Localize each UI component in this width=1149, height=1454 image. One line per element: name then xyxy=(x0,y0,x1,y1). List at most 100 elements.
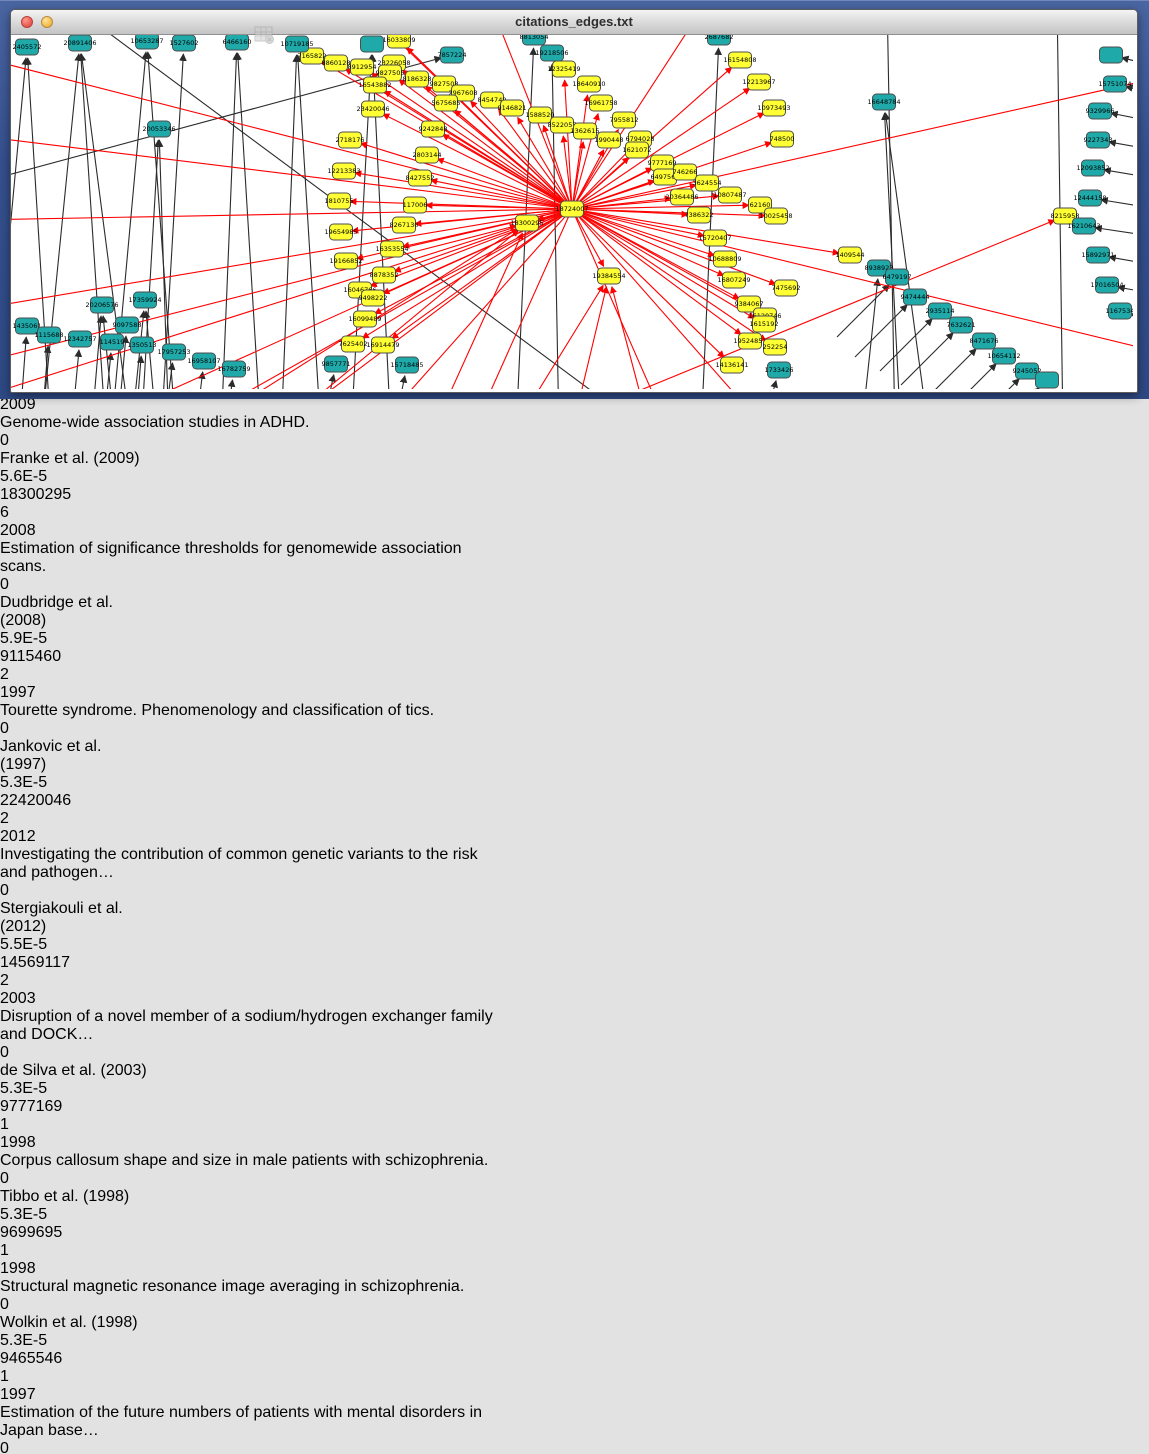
graph-node[interactable]: 1621072 xyxy=(623,142,652,158)
graph-node[interactable]: 19654985 xyxy=(324,224,357,240)
graph-node[interactable]: 15892971 xyxy=(1081,247,1114,263)
graph-node[interactable]: 117006 xyxy=(403,197,428,213)
graph-edge[interactable] xyxy=(572,209,1133,355)
table-cell[interactable]: 0 xyxy=(0,1044,74,1062)
table-row[interactable]: 977716911998Corpus callosum shape and si… xyxy=(0,1098,1149,1224)
graph-node[interactable]: 7625402 xyxy=(339,336,368,352)
graph-node[interactable]: 15720407 xyxy=(698,230,731,246)
graph-node[interactable]: 20206576 xyxy=(85,297,118,313)
graph-node[interactable]: 7475692 xyxy=(772,280,801,296)
graph-node[interactable]: 10654112 xyxy=(987,348,1020,364)
graph-edge[interactable] xyxy=(967,379,1019,389)
graph-node[interactable]: 19384554 xyxy=(592,268,625,284)
graph-node[interactable]: 9498222 xyxy=(359,290,388,306)
table-row[interactable]: 969969511998Structural magnetic resonanc… xyxy=(0,1224,1149,1350)
graph-node[interactable]: 748500 xyxy=(770,131,795,147)
table-cell[interactable]: 1997 xyxy=(0,684,76,702)
graph-node[interactable]: 3624554 xyxy=(693,175,722,191)
table-cell[interactable]: 2008 xyxy=(0,522,76,540)
graph-node[interactable]: 1527602 xyxy=(170,35,199,51)
graph-node[interactable]: 8860128 xyxy=(322,55,351,71)
graph-edge[interactable] xyxy=(987,388,1039,389)
graph-edge[interactable] xyxy=(572,75,1133,209)
table-cell[interactable]: 0 xyxy=(0,1296,74,1314)
table-cell[interactable]: Investigating the contribution of common… xyxy=(0,846,494,882)
graph-node[interactable]: 5675685 xyxy=(432,95,461,111)
graph-node[interactable]: 1167534 xyxy=(1106,303,1133,319)
graph-edge[interactable] xyxy=(571,287,606,389)
graph-node[interactable]: 1733426 xyxy=(765,362,794,378)
graph-edge[interactable] xyxy=(880,319,932,371)
table-cell[interactable]: 0 xyxy=(0,1440,74,1454)
table-cell[interactable]: 0 xyxy=(0,1170,74,1188)
graph-edge[interactable] xyxy=(91,316,101,389)
table-cell[interactable]: 1 xyxy=(0,1368,98,1386)
graph-node[interactable]: 9242848 xyxy=(419,121,448,137)
graph-node[interactable]: 2405572 xyxy=(13,39,42,55)
graph-node[interactable]: 9227343 xyxy=(1084,132,1113,148)
table-cell[interactable]: 2 xyxy=(0,972,98,990)
graph-node[interactable]: 1350513 xyxy=(128,337,157,353)
table-cell[interactable]: 9699695 xyxy=(0,1224,88,1242)
graph-node[interactable]: 12444158 xyxy=(1073,190,1106,206)
table-cell[interactable]: 5.3E-5 xyxy=(0,1332,133,1350)
table-cell[interactable]: Stergiakouli et al. (2012) xyxy=(0,900,150,936)
graph-edge[interactable] xyxy=(298,55,321,389)
graph-node[interactable]: 10807487 xyxy=(713,187,746,203)
graph-node[interactable]: 16033809 xyxy=(382,35,415,48)
table-cell[interactable]: 0 xyxy=(0,720,74,738)
graph-node[interactable]: 9857771 xyxy=(322,356,351,372)
network-view-window[interactable]: citations_edges.txt 18724007160338097165… xyxy=(10,9,1138,393)
graph-node[interactable]: 16958107 xyxy=(187,353,220,369)
table-row[interactable]: 1830029562008Estimation of significance … xyxy=(0,486,1149,648)
graph-node[interactable]: 6466160 xyxy=(223,35,252,50)
network-canvas[interactable]: 1872400716033809716582288601288912954232… xyxy=(11,35,1137,394)
graph-node[interactable]: 16210643 xyxy=(1067,218,1100,234)
graph-node[interactable]: 8813054 xyxy=(520,35,549,45)
graph-node[interactable] xyxy=(361,36,384,52)
graph-node[interactable]: 9097588 xyxy=(113,317,142,333)
graph-node[interactable]: 114519 xyxy=(100,334,125,350)
graph-node[interactable]: 20891406 xyxy=(63,35,96,51)
graph-node[interactable]: 17016504 xyxy=(1090,277,1123,293)
graph-node[interactable]: 2718176 xyxy=(336,132,365,148)
table-cell[interactable]: 2012 xyxy=(0,828,76,846)
graph-node[interactable]: 10973493 xyxy=(757,100,790,116)
graph-node[interactable] xyxy=(1036,372,1059,388)
graph-node[interactable]: 18724007 xyxy=(555,201,588,217)
graph-node[interactable]: 8267130 xyxy=(390,217,419,233)
graph-node[interactable]: 8878352 xyxy=(370,267,399,283)
table-cell[interactable]: 0 xyxy=(0,576,74,594)
table-cell[interactable]: Structural magnetic resonance image aver… xyxy=(0,1278,494,1296)
graph-node[interactable]: 14136141 xyxy=(715,357,748,373)
graph-node[interactable]: 7955812 xyxy=(610,112,639,128)
graph-edge[interactable] xyxy=(944,364,996,389)
graph-node[interactable]: 10688809 xyxy=(708,251,741,267)
graph-edge[interactable] xyxy=(225,380,233,389)
graph-edge[interactable] xyxy=(19,337,26,389)
graph-node[interactable]: 18640910 xyxy=(572,76,605,92)
table-cell[interactable]: 5.3E-5 xyxy=(0,1206,133,1224)
graph-edge[interactable] xyxy=(11,209,572,220)
graph-edge[interactable] xyxy=(837,285,889,337)
graph-node[interactable]: 18300295 xyxy=(510,215,543,231)
table-cell[interactable]: de Silva et al. (2003) xyxy=(0,1062,150,1080)
table-cell[interactable]: Estimation of the future numbers of pati… xyxy=(0,1404,494,1440)
graph-node[interactable]: 15751074 xyxy=(1098,76,1131,92)
graph-node[interactable]: 9146821 xyxy=(498,100,527,116)
graph-node[interactable]: 16648784 xyxy=(867,94,900,110)
graph-node[interactable]: 7857224 xyxy=(438,47,467,63)
graph-node[interactable]: 2803144 xyxy=(413,147,442,163)
table-cell[interactable]: 5.6E-5 xyxy=(0,468,133,486)
graph-node[interactable]: 16807249 xyxy=(717,272,750,288)
graph-node[interactable]: 16353554 xyxy=(375,241,408,257)
graph-node[interactable]: 23420046 xyxy=(356,101,389,117)
graph-node[interactable]: 746266 xyxy=(673,164,698,180)
table-cell[interactable]: Tibbo et al. (1998) xyxy=(0,1188,150,1206)
graph-node[interactable]: 10025458 xyxy=(759,208,792,224)
table-cell[interactable]: 1998 xyxy=(0,1260,76,1278)
graph-edge[interactable] xyxy=(861,279,878,389)
graph-edge[interactable] xyxy=(392,209,572,339)
table-cell[interactable]: 2 xyxy=(0,666,98,684)
graph-node[interactable]: 19166852 xyxy=(329,253,362,269)
